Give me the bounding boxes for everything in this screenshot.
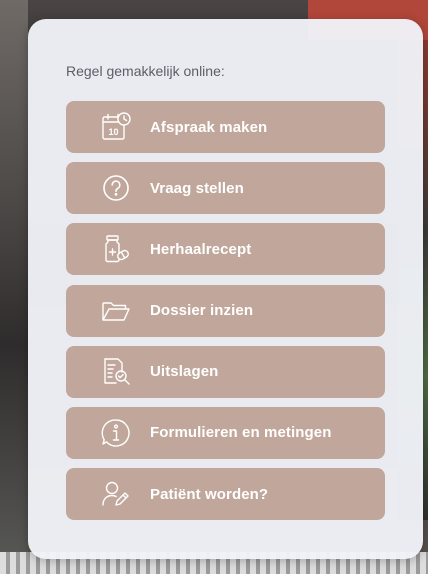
dossier-inzien-label: Dossier inzien (150, 302, 254, 320)
intro-text: Regel gemakkelijk online: (66, 63, 225, 79)
info-chat-icon (100, 417, 132, 449)
vraag-stellen-button[interactable]: Vraag stellen (66, 162, 385, 215)
herhaalrecept-label: Herhaalrecept (150, 240, 252, 258)
document-search-icon (100, 356, 132, 388)
formulieren-en-metingen-label: Formulieren en metingen (150, 424, 332, 442)
svg-text:10: 10 (108, 127, 118, 137)
background-building-left (0, 0, 28, 574)
medicine-bottle-icon (100, 233, 132, 265)
uitslagen-button[interactable]: Uitslagen (66, 345, 385, 398)
folder-icon (100, 295, 132, 327)
formulieren-en-metingen-button[interactable]: Formulieren en metingen (66, 406, 385, 459)
user-edit-icon (100, 478, 132, 510)
afspraak-maken-button[interactable]: 10 Afspraak maken (66, 101, 385, 153)
dossier-inzien-button[interactable]: Dossier inzien (66, 284, 385, 337)
action-button-list: 10 Afspraak maken Vraag stellen Herhaalr… (66, 101, 385, 529)
calendar-clock-icon: 10 (100, 111, 132, 143)
vraag-stellen-label: Vraag stellen (150, 179, 244, 197)
herhaalrecept-button[interactable]: Herhaalrecept (66, 223, 385, 276)
afspraak-maken-label: Afspraak maken (150, 118, 268, 136)
patient-worden-button[interactable]: Patiënt worden? (66, 468, 385, 521)
patient-worden-label: Patiënt worden? (150, 485, 269, 503)
quick-actions-panel: Regel gemakkelijk online: 10 Afspraak ma… (28, 19, 423, 559)
question-circle-icon (100, 172, 132, 204)
uitslagen-label: Uitslagen (150, 363, 219, 381)
